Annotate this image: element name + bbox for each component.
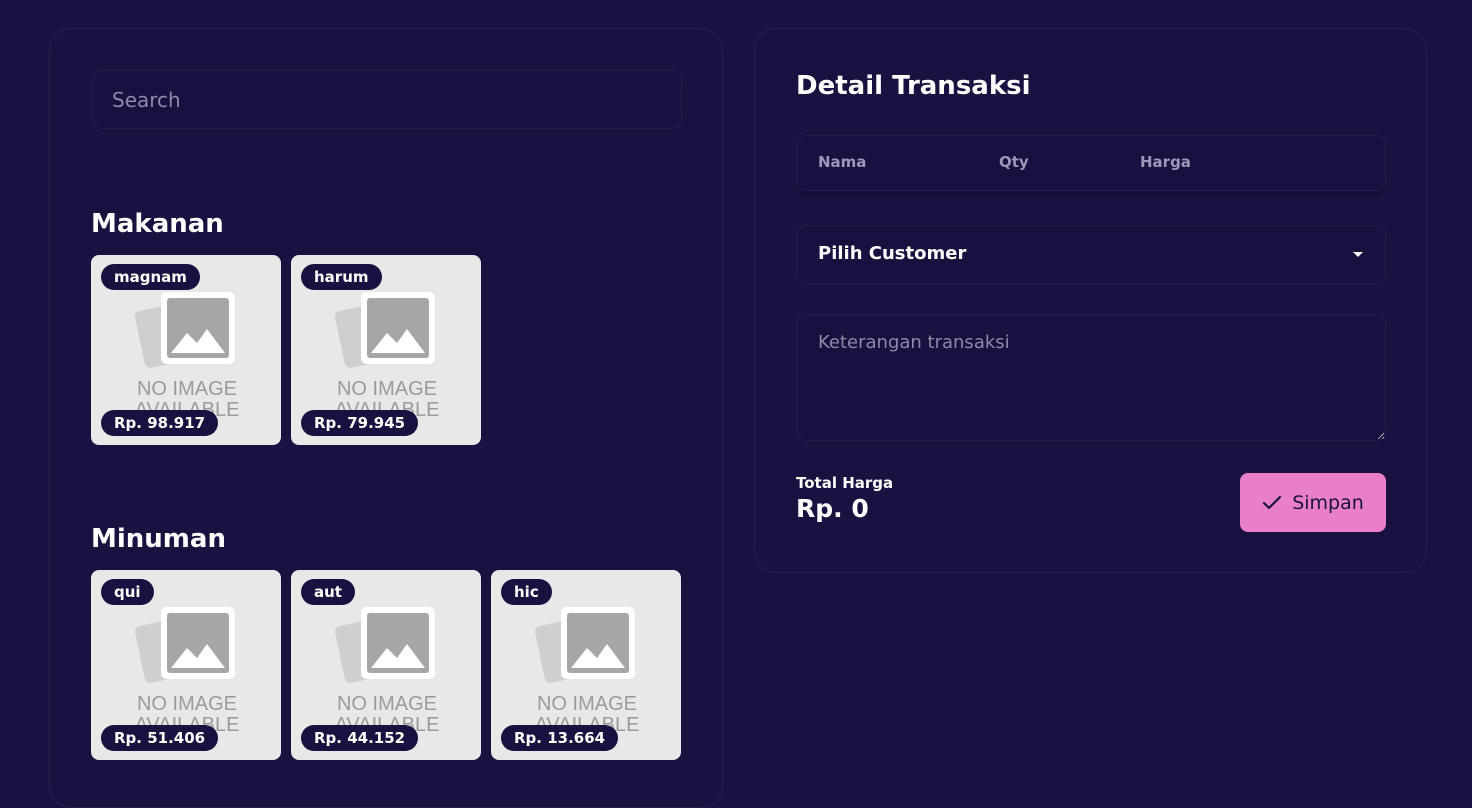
total-value: Rp. 0 [796,494,869,523]
check-icon [1263,495,1282,509]
customer-select-value: Pilih Customer [818,243,967,264]
svg-text:NO IMAGE: NO IMAGE [337,693,437,715]
product-price: Rp. 79.945 [301,410,419,436]
product-price: Rp. 98.917 [101,410,219,436]
svg-text:NO IMAGE: NO IMAGE [137,378,237,400]
search-input[interactable] [91,70,682,129]
product-card[interactable]: NO IMAGE AVAILABLE qui Rp. 51.406 [91,570,281,760]
product-name: aut [301,579,355,605]
product-grid-makanan: NO IMAGE AVAILABLE magnam Rp. 98.917 NO … [91,255,481,445]
column-header-harga: Harga [1140,153,1191,171]
column-header-qty: Qty [999,153,1029,171]
product-price: Rp. 13.664 [501,725,619,751]
save-button[interactable]: Simpan [1240,473,1386,532]
customer-select[interactable]: Pilih Customer [796,225,1386,284]
transaction-panel: Detail Transaksi Nama Qty Harga Pilih Cu… [754,28,1427,573]
transaction-notes-field[interactable] [796,314,1386,441]
product-name: harum [301,264,382,290]
caret-down-icon [1353,252,1363,257]
category-title-makanan: Makanan [91,209,224,239]
svg-text:NO IMAGE: NO IMAGE [337,378,437,400]
product-card[interactable]: NO IMAGE AVAILABLE aut Rp. 44.152 [291,570,481,760]
save-button-label: Simpan [1292,491,1364,514]
svg-text:NO IMAGE: NO IMAGE [137,693,237,715]
product-grid-minuman: NO IMAGE AVAILABLE qui Rp. 51.406 NO IMA… [91,570,681,760]
column-header-nama: Nama [818,153,867,171]
product-name: hic [501,579,552,605]
product-card[interactable]: NO IMAGE AVAILABLE hic Rp. 13.664 [491,570,681,760]
product-name: magnam [101,264,200,290]
product-price: Rp. 44.152 [301,725,419,751]
product-card[interactable]: NO IMAGE AVAILABLE magnam Rp. 98.917 [91,255,281,445]
product-panel: Makanan NO IMAGE AVAILABLE magnam Rp. 98… [49,28,723,808]
svg-text:NO IMAGE: NO IMAGE [537,693,637,715]
cart-table-header: Nama Qty Harga [796,135,1386,191]
product-price: Rp. 51.406 [101,725,219,751]
product-card[interactable]: NO IMAGE AVAILABLE harum Rp. 79.945 [291,255,481,445]
category-title-minuman: Minuman [91,524,226,554]
total-label: Total Harga [796,474,894,492]
product-name: qui [101,579,154,605]
transaction-title: Detail Transaksi [796,71,1031,101]
